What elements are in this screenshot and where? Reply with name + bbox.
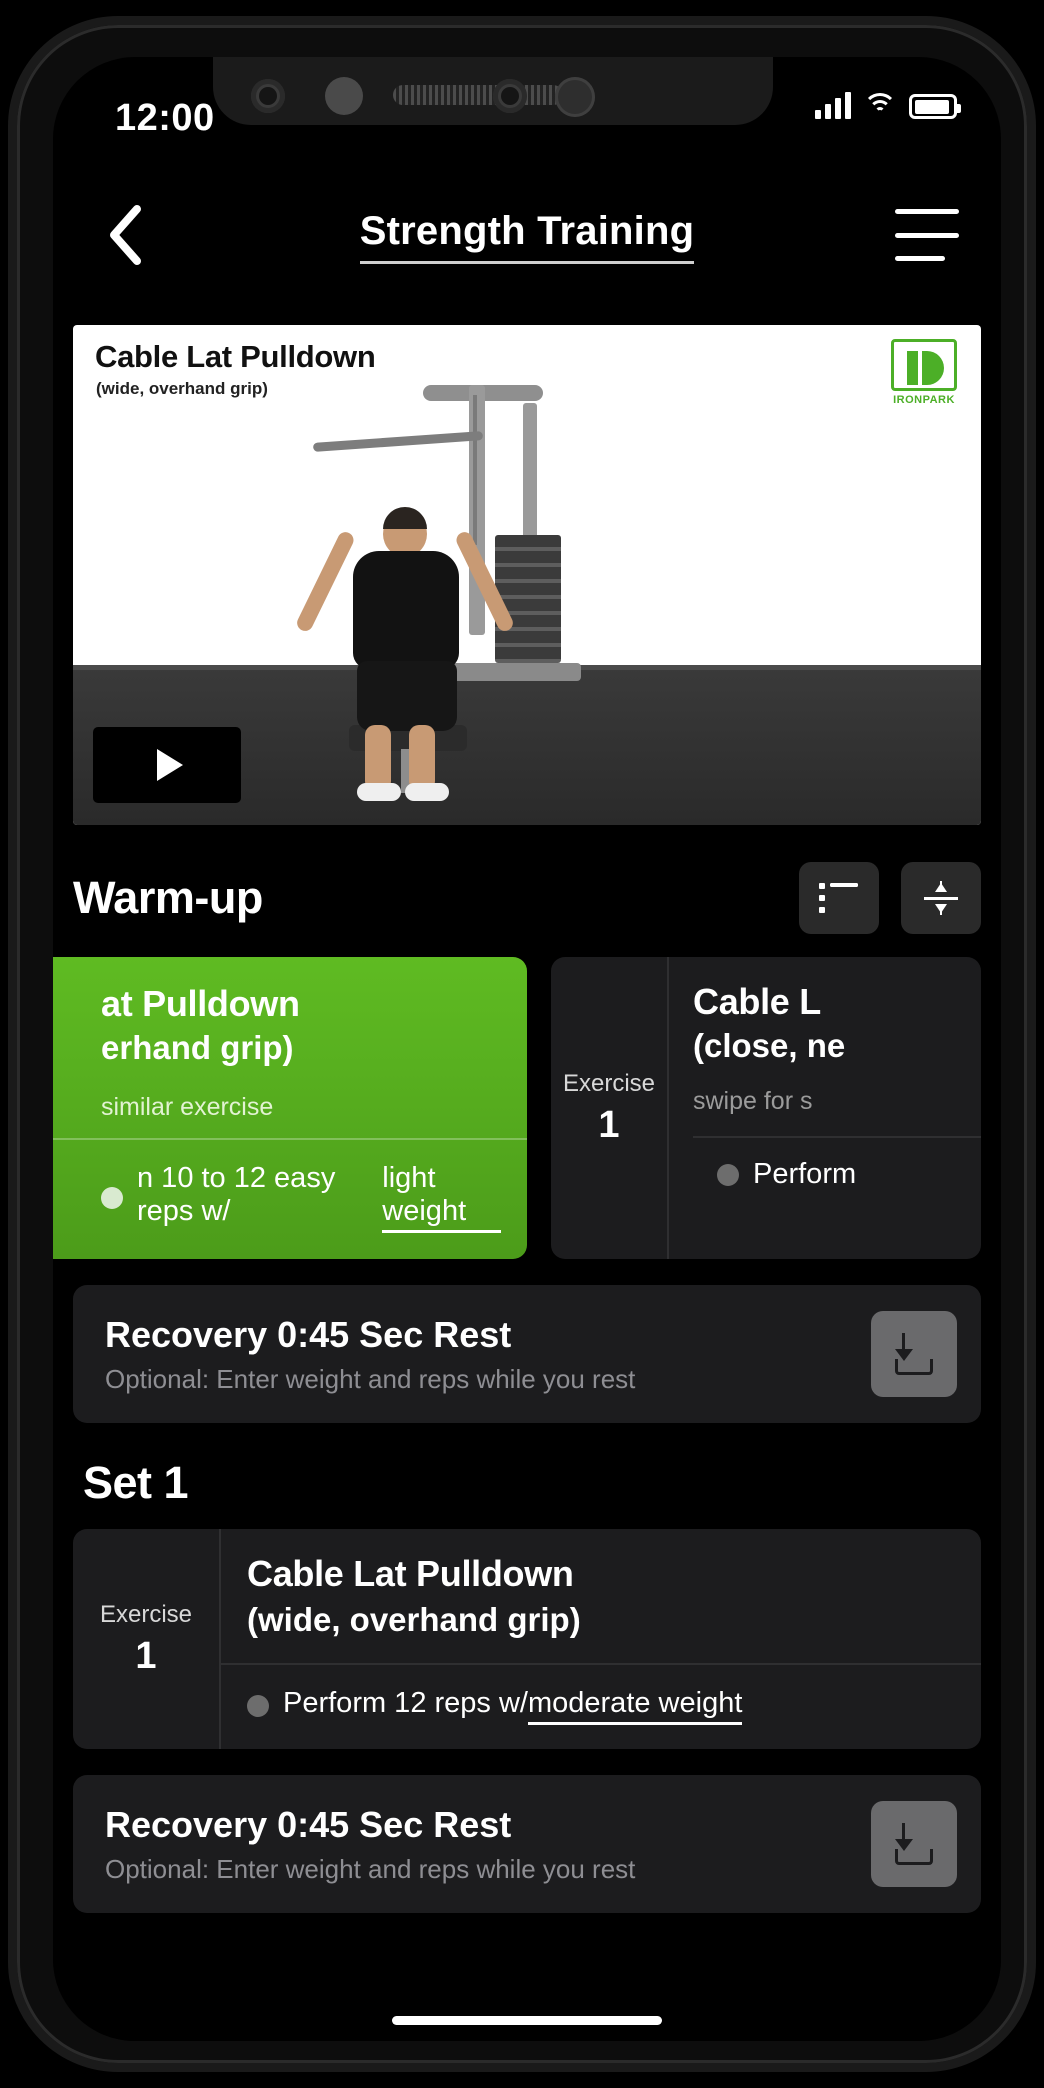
battery-icon: [909, 94, 961, 119]
status-time: 12:00: [115, 97, 215, 139]
instruction-text: n 10 to 12 easy reps w/ light weight: [137, 1162, 501, 1233]
bullet-dot-icon: [717, 1163, 739, 1186]
exercise-grip: erhand grip): [101, 1029, 294, 1066]
recovery-subtitle: Optional: Enter weight and reps while yo…: [105, 1363, 636, 1394]
page-title: Strength Training: [359, 209, 695, 264]
front-camera-icon: [493, 79, 527, 113]
pulldown-bar: [312, 431, 484, 452]
recovery-title: Recovery 0:45 Sec Rest: [105, 1803, 512, 1845]
recovery-row-2[interactable]: Recovery 0:45 Sec Rest Optional: Enter w…: [73, 1775, 981, 1913]
swipe-hint: swipe for s: [693, 1087, 813, 1115]
download-icon: [895, 1823, 933, 1865]
instruction-prefix: n 10 to 12 easy reps w/: [137, 1162, 336, 1227]
exercise-card-next[interactable]: Exercise 1 Cable L (close, ne swipe for …: [551, 957, 981, 1259]
exercise-grip: (wide, overhand grip): [247, 1601, 581, 1638]
recovery-title: Recovery 0:45 Sec Rest: [105, 1313, 512, 1355]
exercise-index: Exercise 1: [551, 957, 669, 1259]
navigation-bar: Strength Training: [53, 173, 1001, 293]
exercise-grip: (close, ne: [693, 1027, 846, 1064]
bullet-dot-icon: [101, 1186, 123, 1209]
weight-stack: [495, 535, 561, 663]
earpiece-speaker-icon: [393, 85, 563, 105]
recovery-row-1[interactable]: Recovery 0:45 Sec Rest Optional: Enter w…: [73, 1285, 981, 1423]
exercise-number: 1: [135, 1634, 157, 1677]
download-button[interactable]: [871, 1311, 957, 1397]
play-icon: [157, 749, 183, 781]
bullet-dot-icon: [247, 1695, 269, 1717]
exercise-video-card[interactable]: Cable Lat Pulldown (wide, overhand grip)…: [73, 325, 981, 825]
exercise-name: Cable L: [693, 981, 821, 1022]
swipe-hint: similar exercise: [101, 1093, 274, 1121]
exercise-label: Exercise: [562, 1069, 656, 1097]
set-exercise-card[interactable]: Exercise 1 Cable Lat Pulldown (wide, ove…: [73, 1529, 981, 1749]
scroll-content[interactable]: Cable Lat Pulldown (wide, overhand grip)…: [53, 293, 1001, 2041]
exercise-number: 1: [598, 1103, 620, 1146]
page-title-wrap: Strength Training: [53, 209, 1001, 264]
status-indicators: [815, 91, 961, 119]
camera-sensor-icon: [251, 79, 285, 113]
signal-bars-icon: [815, 91, 851, 119]
play-button[interactable]: [93, 727, 241, 803]
ironpark-mark-icon: [891, 339, 957, 391]
download-icon: [895, 1333, 933, 1375]
video-exercise-subtitle: (wide, overhand grip): [96, 379, 268, 398]
video-exercise-title: Cable Lat Pulldown: [95, 339, 376, 374]
instruction-prefix: Perform 12 reps w/: [283, 1687, 528, 1719]
brand-name: IRONPARK: [893, 394, 955, 406]
warmup-section-header: Warm-up: [73, 851, 981, 945]
exercise-name: Cable Lat Pulldown: [247, 1553, 574, 1594]
home-indicator[interactable]: [392, 2016, 662, 2025]
instruction-text: Perform 12 reps w/ moderate weight: [283, 1687, 743, 1725]
brand-logo: IRONPARK: [887, 339, 961, 406]
proximity-sensor-icon: [325, 77, 363, 115]
download-button[interactable]: [871, 1801, 957, 1887]
exercise-card-active[interactable]: at Pulldown erhand grip) similar exercis…: [53, 957, 527, 1259]
recovery-subtitle: Optional: Enter weight and reps while yo…: [105, 1853, 636, 1884]
collapse-vertical-icon: [924, 881, 958, 915]
set-title: Set 1: [83, 1457, 189, 1508]
ambient-sensor-icon: [555, 77, 595, 117]
exercise-index: Exercise 1: [73, 1529, 221, 1749]
section-actions: [799, 862, 981, 934]
hamburger-menu-icon: [895, 209, 959, 214]
athlete-figure: [294, 507, 516, 801]
exercise-label: Exercise: [99, 1600, 193, 1628]
wifi-icon: [863, 91, 897, 119]
status-bar: 12:00: [53, 57, 1001, 173]
list-view-button[interactable]: [799, 862, 879, 934]
instruction-emphasis: light weight: [382, 1162, 501, 1233]
warmup-title: Warm-up: [73, 872, 263, 923]
warmup-exercise-carousel[interactable]: at Pulldown erhand grip) similar exercis…: [53, 957, 1001, 1259]
hamburger-menu-button[interactable]: [895, 209, 959, 261]
exercise-name: at Pulldown: [101, 983, 300, 1024]
phone-frame: 12:00 Strength Training Cable Lat Pulldo…: [8, 16, 1036, 2072]
list-view-icon: [819, 883, 859, 913]
instruction-text: Perform: [753, 1158, 857, 1190]
instruction-emphasis: moderate weight: [527, 1687, 743, 1725]
phone-screen: 12:00 Strength Training Cable Lat Pulldo…: [53, 57, 1001, 2041]
collapse-button[interactable]: [901, 862, 981, 934]
